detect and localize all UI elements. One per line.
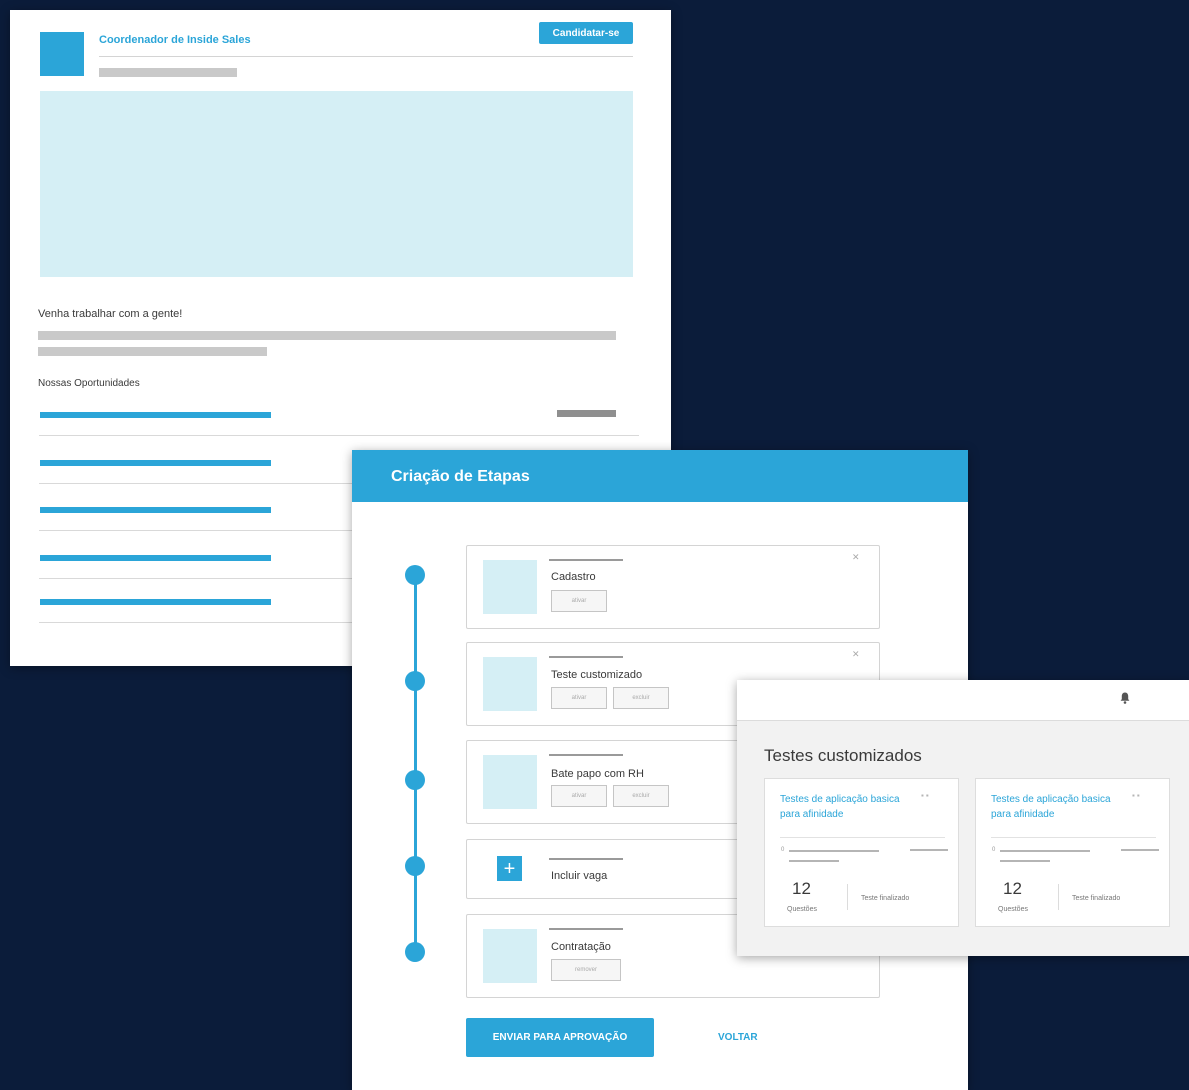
test-status: Teste finalizado <box>1072 895 1121 902</box>
stage-label-line <box>549 928 623 930</box>
stage-thumbnail <box>483 560 537 614</box>
stage-creation-title: Criação de Etapas <box>391 468 530 485</box>
activate-button[interactable]: ativar <box>551 785 607 807</box>
delete-button[interactable]: excluir <box>613 785 669 807</box>
opportunity-title-placeholder <box>40 599 271 605</box>
test-card[interactable]: Testes de aplicação basica para afinidad… <box>975 778 1170 927</box>
test-card-actions-icon[interactable]: ▪▪ <box>1132 791 1142 800</box>
timeline-dot <box>405 770 425 790</box>
opportunity-row[interactable] <box>39 388 639 436</box>
test-card-zero-label: 0 <box>992 847 996 853</box>
test-card-actions-icon[interactable]: ▪▪ <box>921 791 931 800</box>
back-link[interactable]: VOLTAR <box>718 1032 758 1043</box>
test-card-progress-bar <box>789 850 879 852</box>
stage-label-line <box>549 559 623 561</box>
add-stage-label: Incluir vaga <box>551 870 608 882</box>
delete-button[interactable]: excluir <box>613 687 669 709</box>
job-banner-image <box>40 91 633 277</box>
question-count: 12 <box>792 879 811 898</box>
stage-timeline <box>414 575 417 955</box>
question-count-label: Questões <box>998 906 1028 913</box>
send-for-approval-button[interactable]: ENVIAR PARA APROVAÇÃO <box>466 1018 654 1057</box>
test-card-vertical-divider <box>1058 884 1059 910</box>
activate-button[interactable]: ativar <box>551 687 607 709</box>
test-card-divider <box>991 837 1156 838</box>
timeline-dot <box>405 856 425 876</box>
intro-heading: Venha trabalhar com a gente! <box>38 308 183 320</box>
stage-name: Cadastro <box>551 571 596 583</box>
opportunity-title-placeholder <box>40 507 271 513</box>
test-card-progress-bar <box>1000 850 1090 852</box>
question-count: 12 <box>1003 879 1022 898</box>
test-card-text-line <box>1000 860 1050 862</box>
timeline-dot <box>405 565 425 585</box>
plus-icon[interactable]: + <box>497 856 522 881</box>
stage-label-line <box>549 858 623 860</box>
apply-button[interactable]: Candidatar-se <box>539 22 633 44</box>
close-icon[interactable]: ✕ <box>852 649 860 660</box>
test-card-divider <box>780 837 945 838</box>
opportunity-meta-placeholder <box>557 410 616 417</box>
test-card-title[interactable]: Testes de aplicação basica para afinidad… <box>780 792 900 822</box>
stage-thumbnail <box>483 929 537 983</box>
test-card-zero-label: 0 <box>781 847 785 853</box>
opportunity-title-placeholder <box>40 555 271 561</box>
bell-icon[interactable] <box>1120 692 1130 707</box>
test-card-meta-line <box>910 849 948 851</box>
header-divider <box>99 56 633 57</box>
remove-button[interactable]: remover <box>551 959 621 981</box>
stage-label-line <box>549 656 623 658</box>
test-card-meta-line <box>1121 849 1159 851</box>
company-logo <box>40 32 84 76</box>
stage-creation-header: Criação de Etapas <box>352 450 968 502</box>
intro-text-line <box>38 331 616 340</box>
test-card-vertical-divider <box>847 884 848 910</box>
stage-label-line <box>549 754 623 756</box>
stage-thumbnail <box>483 755 537 809</box>
close-icon[interactable]: ✕ <box>852 552 860 563</box>
tests-topbar <box>737 680 1189 721</box>
job-subtitle-placeholder <box>99 68 237 77</box>
stage-name: Teste customizado <box>551 669 643 681</box>
opportunity-title-placeholder <box>40 412 271 418</box>
intro-text-line <box>38 347 267 356</box>
activate-button[interactable]: ativar <box>551 590 607 612</box>
job-title: Coordenador de Inside Sales <box>99 34 251 46</box>
opportunity-title-placeholder <box>40 460 271 466</box>
timeline-dot <box>405 671 425 691</box>
test-card-text-line <box>789 860 839 862</box>
custom-tests-panel: Testes customizados Testes de aplicação … <box>737 680 1189 956</box>
stage-name: Bate papo com RH <box>551 768 644 780</box>
stage-thumbnail <box>483 657 537 711</box>
test-status: Teste finalizado <box>861 895 910 902</box>
test-card[interactable]: Testes de aplicação basica para afinidad… <box>764 778 959 927</box>
tests-title: Testes customizados <box>764 746 922 765</box>
question-count-label: Questões <box>787 906 817 913</box>
stage-card-cadastro[interactable]: Cadastro ativar ✕ <box>466 545 880 629</box>
stage-name: Contratação <box>551 941 611 953</box>
test-card-title[interactable]: Testes de aplicação basica para afinidad… <box>991 792 1111 822</box>
timeline-dot <box>405 942 425 962</box>
